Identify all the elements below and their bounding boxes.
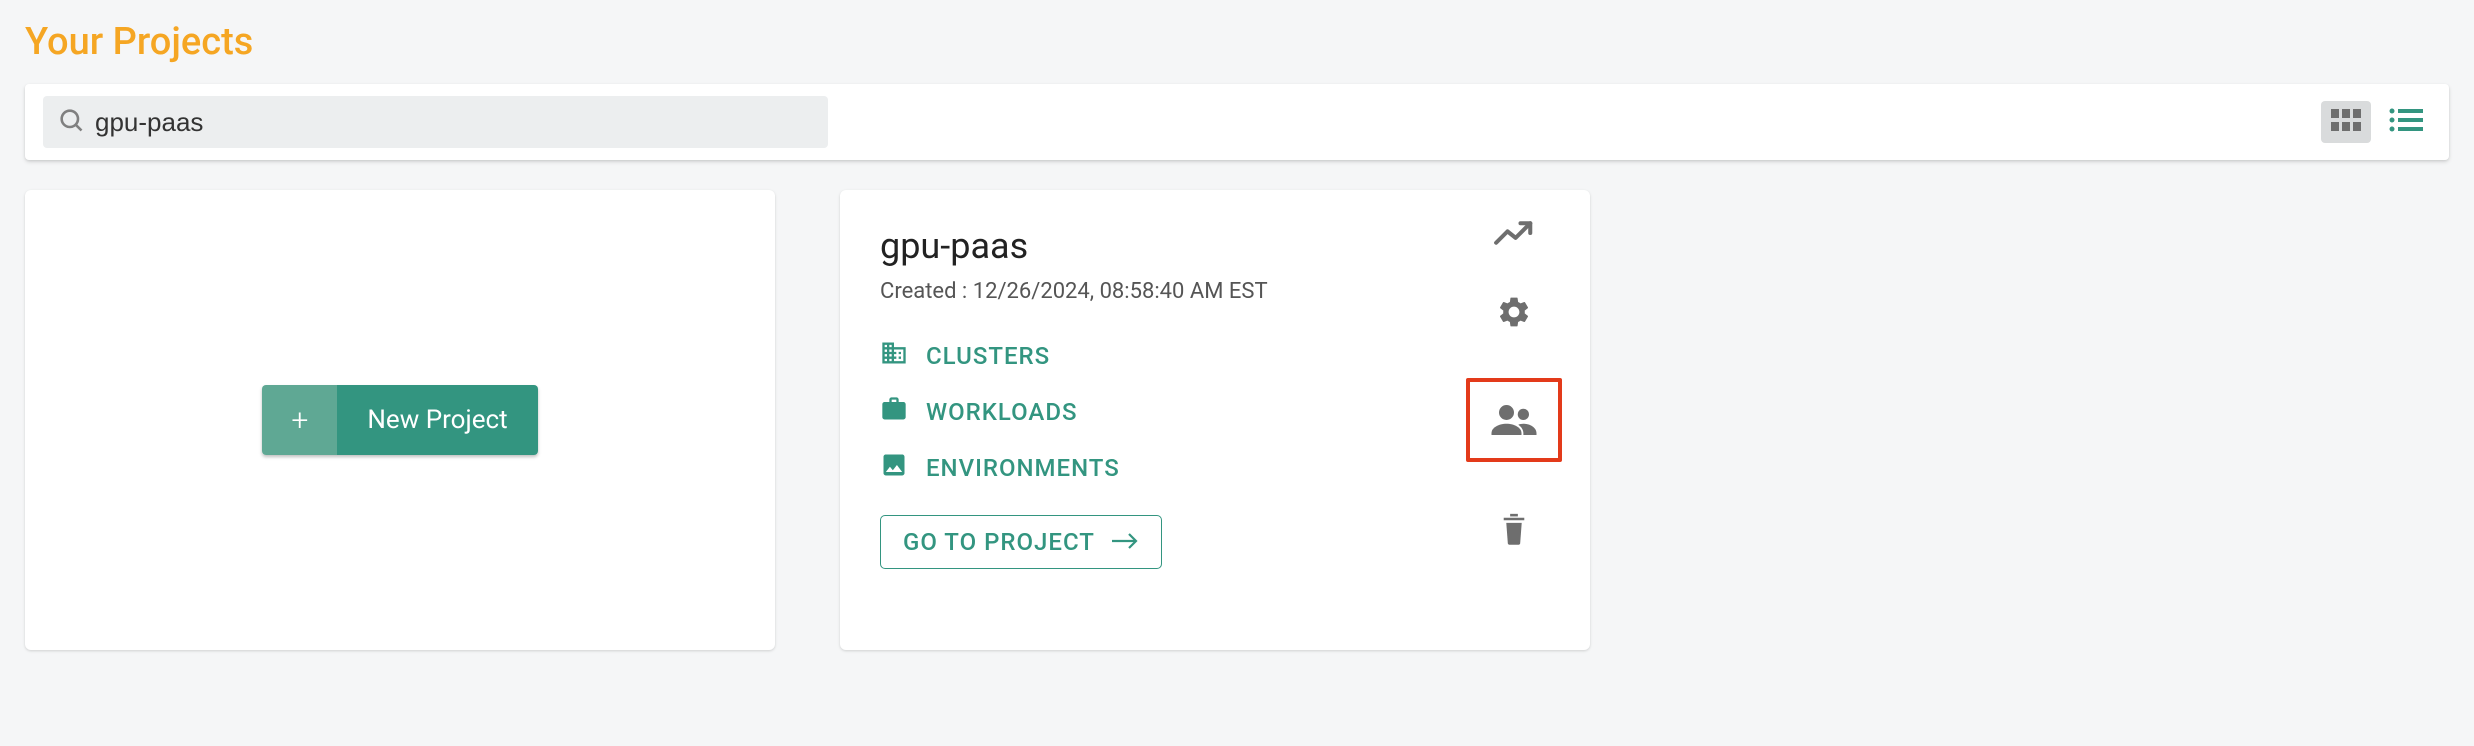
project-name: gpu-paas	[880, 225, 1550, 267]
projects-grid: + New Project gpu-paas Created : 12/26/2…	[25, 190, 2449, 650]
project-created-date: Created : 12/26/2024, 08:58:40 AM EST	[880, 279, 1550, 304]
plus-icon: +	[262, 385, 337, 455]
clusters-label: CLUSTERS	[926, 342, 1050, 370]
clusters-icon	[880, 339, 908, 373]
analytics-button[interactable]	[1494, 220, 1534, 246]
grid-view-button[interactable]	[2321, 101, 2371, 143]
arrow-right-icon	[1111, 528, 1139, 556]
clusters-link[interactable]: CLUSTERS	[880, 339, 1550, 373]
list-icon	[2389, 108, 2423, 136]
environments-label: ENVIRONMENTS	[926, 454, 1120, 482]
search-bar	[25, 84, 2449, 160]
page-title: Your Projects	[25, 20, 2449, 64]
go-to-project-button[interactable]: GO TO PROJECT	[880, 515, 1162, 569]
environments-icon	[880, 451, 908, 485]
search-icon	[57, 106, 85, 138]
new-project-label: New Project	[337, 385, 537, 455]
people-icon	[1491, 405, 1537, 435]
manage-users-button[interactable]	[1466, 378, 1562, 462]
new-project-button[interactable]: + New Project	[262, 385, 537, 455]
view-toggle	[2321, 101, 2431, 143]
project-side-actions	[1466, 220, 1562, 546]
settings-button[interactable]	[1496, 294, 1532, 330]
gear-icon	[1496, 294, 1532, 330]
workloads-icon	[880, 395, 908, 429]
go-to-project-label: GO TO PROJECT	[903, 528, 1095, 556]
project-links: CLUSTERS WORKLOADS ENVIRONMENTS	[880, 339, 1550, 485]
new-project-card: + New Project	[25, 190, 775, 650]
project-card: gpu-paas Created : 12/26/2024, 08:58:40 …	[840, 190, 1590, 650]
list-view-button[interactable]	[2381, 101, 2431, 143]
environments-link[interactable]: ENVIRONMENTS	[880, 451, 1550, 485]
trash-icon	[1498, 510, 1530, 546]
workloads-label: WORKLOADS	[926, 398, 1078, 426]
search-input-wrapper[interactable]	[43, 96, 828, 148]
trending-up-icon	[1494, 220, 1534, 246]
search-input[interactable]	[95, 107, 814, 138]
grid-icon	[2331, 109, 2361, 135]
workloads-link[interactable]: WORKLOADS	[880, 395, 1550, 429]
delete-button[interactable]	[1498, 510, 1530, 546]
